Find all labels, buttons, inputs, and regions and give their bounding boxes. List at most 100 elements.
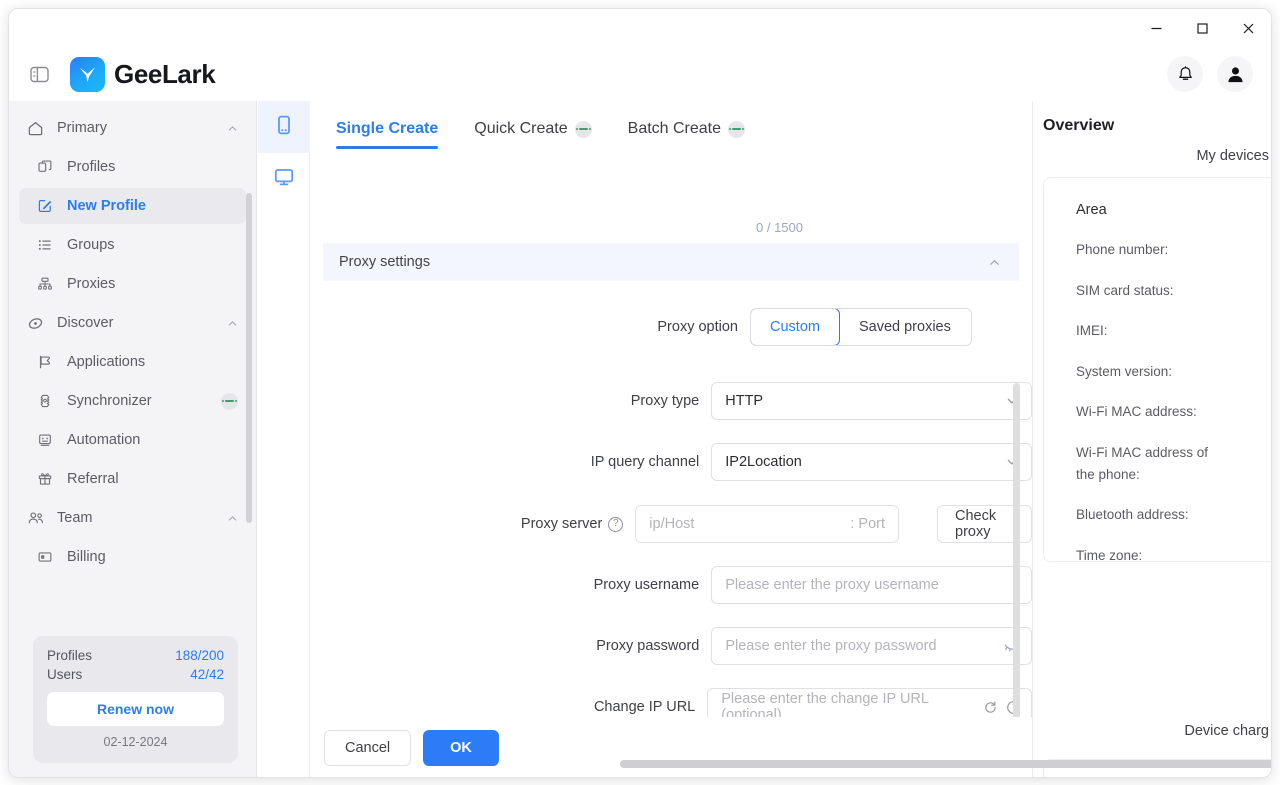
minimize-button[interactable] [1133,9,1179,47]
sidebar-item-referral[interactable]: Referral [19,461,246,497]
field-label: IP query channel [590,454,700,470]
quota-row-users: Users 42/42 [47,667,224,682]
refresh-icon[interactable] [983,700,998,715]
field-proxy-username: Proxy username Please enter the proxy us… [310,565,1032,605]
brand-name: GeeLark [114,58,216,89]
sidebar-item-label: Billing [67,549,106,565]
edit-square-icon [37,198,59,214]
title-bar [9,9,1271,47]
user-avatar-icon[interactable] [1217,56,1253,92]
sidebar-scroll-area: Primary Profiles New Profile Groups Prox… [9,101,256,599]
sidebar-group-primary[interactable]: Primary [19,110,246,146]
overview-field: Time zone: [1076,547,1143,563]
rail-item-phone[interactable] [258,101,310,153]
overview-field: Bluetooth address: [1076,507,1189,523]
tab-label: Quick Create [474,120,568,137]
help-circle-icon[interactable]: ? [608,516,624,532]
sidebar-item-label: Profiles [67,159,116,175]
list-icon [37,237,59,253]
sidebar-group-label: Primary [57,120,107,136]
app-header: GeeLark [9,47,1271,101]
field-change-ip-url: Change IP URL Please enter the change IP… [310,687,1032,717]
sidebar-item-label: New Profile [67,198,146,214]
home-icon [27,120,49,137]
overview-panel: Overview My devices Area Phone number: S… [1032,101,1271,777]
sidebar-scrollbar-track[interactable] [246,103,254,595]
tab-single-create[interactable]: Single Create [336,101,439,157]
sidebar-item-automation[interactable]: Automation [19,422,246,458]
overview-field: System version: [1076,363,1173,379]
bell-icon[interactable] [1167,56,1203,92]
sidebar: Primary Profiles New Profile Groups Prox… [9,101,257,777]
field-proxy-server: Proxy server ? ip/Host : Port Check prox… [310,504,1032,544]
sidebar-item-billing[interactable]: Billing [19,539,246,575]
sidebar-item-label: Proxies [67,276,116,292]
field-proxy-password: Proxy password Please enter the proxy pa… [310,626,1032,666]
sidebar-group-team[interactable]: Team [19,500,246,536]
sidebar-item-label: Referral [67,471,119,487]
phone-icon [273,114,295,141]
panel-toggle-icon[interactable] [26,61,52,87]
sidebar-item-applications[interactable]: Applications [19,344,246,380]
header-actions [1167,47,1253,101]
segment-saved-proxies[interactable]: Saved proxies [839,309,971,345]
horizontal-scrollbar-track[interactable] [310,760,1271,773]
character-counter: 0 / 1500 [756,220,803,233]
sidebar-item-profiles[interactable]: Profiles [19,149,246,185]
sidebar-item-label: Applications [67,354,146,370]
sidebar-item-proxies[interactable]: Proxies [19,266,246,302]
sidebar-item-label: Automation [67,432,141,448]
chevron-up-icon [227,318,238,329]
geelark-mark-icon [70,56,105,92]
ok-button[interactable]: OK [423,729,499,766]
profiles-icon [37,159,59,175]
overview-device-card: Area Phone number: SIM card status: IMEI… [1043,177,1271,563]
field-label: Proxy username [593,577,700,593]
section-header-proxy-settings[interactable]: Proxy settings [323,243,1019,281]
proxy-password-input[interactable]: Please enter the proxy password [711,627,1032,665]
overview-field: Phone number: [1076,242,1169,257]
field-label: Proxy option [657,319,738,335]
overview-field: SIM card status: [1076,282,1174,298]
segment-custom[interactable]: Custom [750,309,840,345]
chevron-up-icon [227,123,238,134]
proxy-server-input[interactable]: ip/Host : Port [635,505,899,543]
create-mode-tabs: Single Create Quick Create Batch Create [310,101,1032,157]
tab-quick-create[interactable]: Quick Create [474,101,592,157]
proxy-type-select[interactable]: HTTP [711,382,1032,420]
main-scrollbar-track[interactable] [1013,241,1026,777]
sidebar-item-label: Groups [67,237,115,253]
chevron-up-icon [227,513,238,524]
field-label-text: Proxy server [520,516,603,532]
tab-batch-create[interactable]: Batch Create [627,101,746,157]
chevron-up-icon[interactable] [988,256,1001,269]
maximize-button[interactable] [1179,9,1225,47]
brand-logo: GeeLark [70,56,216,92]
select-value: IP2Location [725,454,802,470]
proxy-username-input[interactable]: Please enter the proxy username [711,566,1032,604]
cancel-button[interactable]: Cancel [324,729,412,766]
quota-row-profiles: Profiles 188/200 [47,648,224,663]
quota-profiles-value: 188/200 [175,648,224,663]
field-label: Change IP URL [593,699,696,715]
input-placeholder: Please enter the change IP URL (optional… [721,691,929,717]
section-title: Proxy settings [339,254,431,270]
overview-area-label: Area [1076,202,1107,218]
sidebar-item-groups[interactable]: Groups [19,227,246,263]
field-proxy-type: Proxy type HTTP [310,381,1032,421]
overview-field: IMEI: [1076,323,1108,339]
close-button[interactable] [1225,9,1271,47]
network-icon [37,276,59,292]
rail-item-desktop[interactable] [258,153,310,205]
sidebar-item-synchronizer[interactable]: Synchronizer [19,383,246,419]
horizontal-scrollbar-thumb[interactable] [620,760,1271,768]
quota-card: Profiles 188/200 Users 42/42 Renew now 0… [33,636,238,763]
sidebar-group-discover[interactable]: Discover [19,305,246,341]
renew-now-button[interactable]: Renew now [47,692,224,726]
quota-expiry-date: 02-12-2024 [103,735,168,749]
change-ip-url-input[interactable]: Please enter the change IP URL (optional… [707,688,1032,717]
sidebar-scrollbar-thumb[interactable] [246,193,252,523]
tab-label: Batch Create [627,120,722,137]
sidebar-item-new-profile[interactable]: New Profile [19,188,246,224]
ip-query-channel-select[interactable]: IP2Location [711,443,1032,481]
